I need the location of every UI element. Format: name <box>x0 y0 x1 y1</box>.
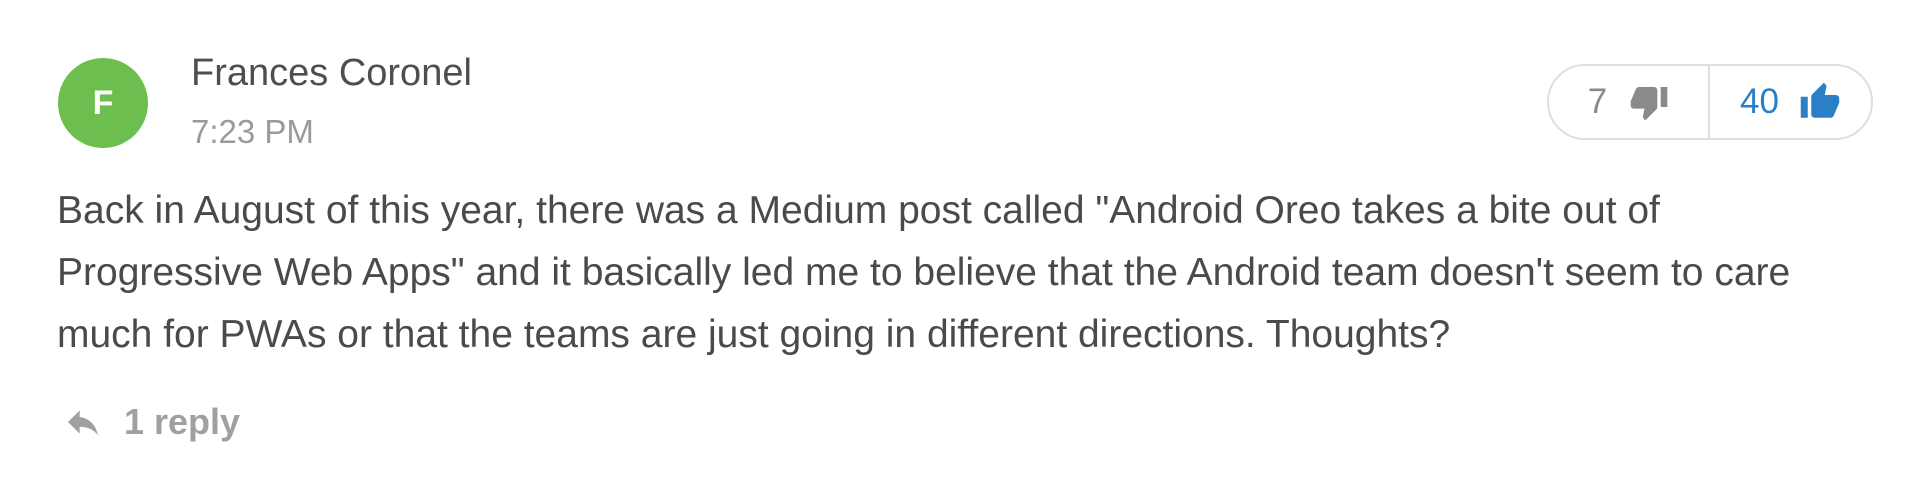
upvote-count: 40 <box>1740 82 1779 121</box>
reply-link[interactable]: 1 reply <box>60 400 240 444</box>
downvote-count: 7 <box>1587 82 1608 121</box>
avatar-initial: F <box>92 83 114 122</box>
upvote-button[interactable]: 40 <box>1710 66 1871 138</box>
author-name[interactable]: Frances Coronel <box>191 50 472 96</box>
comment-body: Back in August of this year, there was a… <box>57 189 1791 356</box>
reply-count-label: 1 reply <box>124 401 241 442</box>
downvote-button[interactable]: 7 <box>1549 66 1710 138</box>
comment-timestamp: 7:23 PM <box>191 113 314 150</box>
avatar[interactable]: F <box>58 58 148 148</box>
reply-icon <box>60 402 106 442</box>
thumbs-up-icon <box>1799 81 1841 123</box>
vote-control: 7 40 <box>1547 64 1873 140</box>
thumbs-down-icon <box>1629 82 1669 122</box>
